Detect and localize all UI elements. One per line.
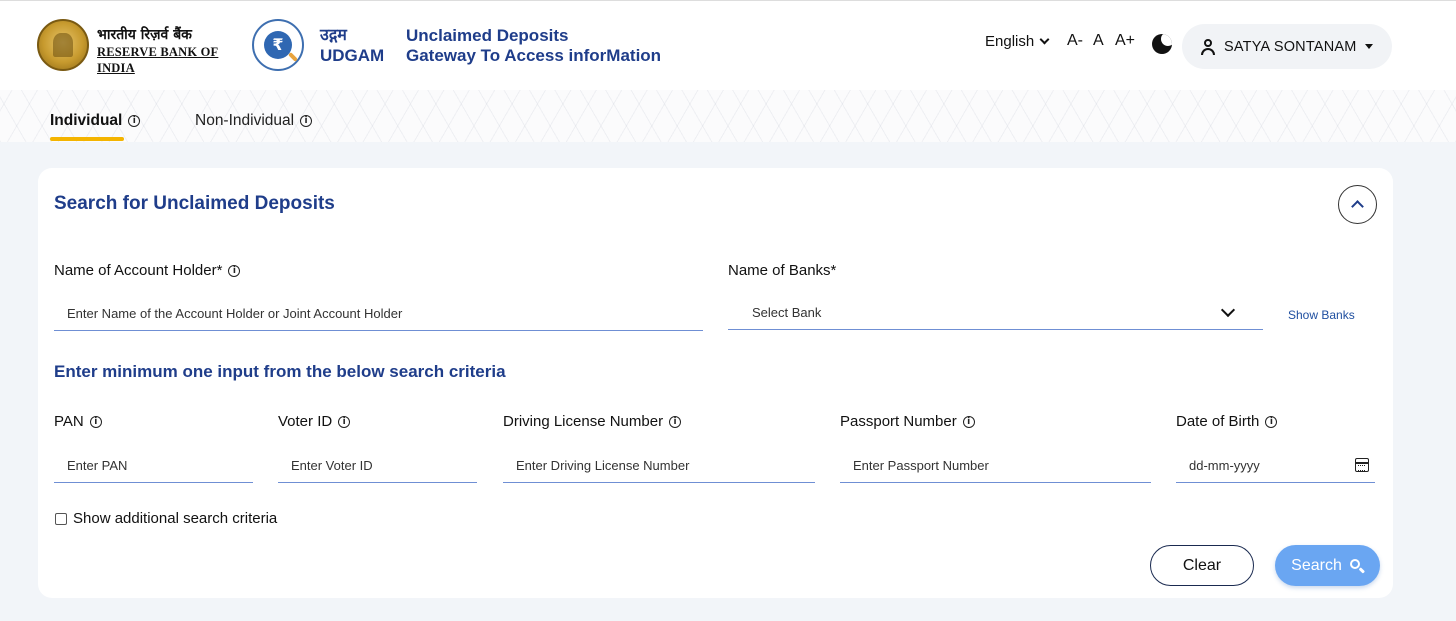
passport-input[interactable]: [853, 458, 1151, 473]
theme-toggle-icon[interactable]: [1152, 34, 1172, 54]
account-holder-label: Name of Account Holder* i: [54, 262, 241, 279]
bank-select[interactable]: Select Bank: [728, 296, 1263, 330]
banks-label: Name of Banks*: [728, 262, 837, 279]
info-icon[interactable]: i: [1265, 415, 1278, 428]
search-icon: [1349, 558, 1365, 573]
card-title: Search for Unclaimed Deposits: [54, 193, 335, 214]
info-icon[interactable]: i: [128, 115, 141, 127]
tab-individual[interactable]: Individual i: [50, 112, 141, 130]
site-header: भारतीय रिज़र्व बैंक RESERVE BANK OF INDI…: [0, 0, 1456, 90]
dob-label: Date of Birth i: [1176, 413, 1278, 430]
tagline-line2: Gateway To Access inforMation: [406, 46, 662, 65]
driving-license-input[interactable]: [516, 458, 815, 473]
search-card: Search for Unclaimed Deposits Name of Ac…: [38, 168, 1393, 598]
tab-label: Non-Individual: [195, 112, 295, 129]
user-menu-button[interactable]: SATYA SONTANAM: [1182, 24, 1392, 69]
calendar-icon[interactable]: [1355, 458, 1369, 472]
tab-label: Individual: [50, 112, 123, 129]
driving-license-label: Driving License Number i: [503, 413, 682, 430]
rbi-brand[interactable]: भारतीय रिज़र्व बैंक RESERVE BANK OF INDI…: [97, 26, 237, 76]
voter-id-field[interactable]: [278, 449, 477, 483]
udgam-hindi-name: उद्गम: [320, 25, 347, 44]
chevron-down-icon: [1039, 34, 1050, 45]
info-icon[interactable]: i: [228, 264, 241, 277]
show-banks-link[interactable]: Show Banks: [1288, 308, 1355, 322]
font-normal-button[interactable]: A: [1093, 32, 1104, 50]
additional-criteria-checkbox[interactable]: [55, 512, 67, 525]
bank-select-value: Select Bank: [752, 305, 822, 320]
info-icon[interactable]: i: [300, 115, 313, 127]
pan-input[interactable]: [67, 458, 253, 473]
search-button-label: Search: [1291, 556, 1342, 574]
active-tab-indicator: [50, 137, 124, 141]
user-icon: [1200, 38, 1216, 55]
user-name: SATYA SONTANAM: [1224, 38, 1357, 55]
dob-field[interactable]: [1176, 449, 1375, 483]
additional-criteria-toggle[interactable]: Show additional search criteria: [55, 510, 277, 527]
language-select[interactable]: English: [985, 33, 1050, 50]
criteria-heading: Enter minimum one input from the below s…: [54, 362, 506, 381]
chevron-up-icon: [1351, 200, 1364, 213]
account-holder-field[interactable]: [54, 297, 703, 331]
udgam-brand[interactable]: उद्गम UDGAM: [320, 25, 384, 67]
font-decrease-button[interactable]: A-: [1067, 32, 1083, 50]
udgam-logo-icon[interactable]: ₹: [252, 19, 304, 71]
font-increase-button[interactable]: A+: [1115, 32, 1135, 50]
rbi-seal-icon[interactable]: [37, 19, 89, 71]
tab-non-individual[interactable]: Non-Individual i: [195, 112, 313, 130]
info-icon[interactable]: i: [89, 415, 102, 428]
rbi-hindi-name: भारतीय रिज़र्व बैंक: [97, 27, 192, 43]
driving-license-field[interactable]: [503, 449, 815, 483]
passport-label: Passport Number i: [840, 413, 975, 430]
chevron-down-icon: [1220, 302, 1236, 318]
caret-down-icon: [1364, 44, 1373, 49]
tabs-bar: Individual i Non-Individual i: [0, 90, 1456, 142]
info-icon[interactable]: i: [669, 415, 682, 428]
voter-id-input[interactable]: [291, 458, 477, 473]
search-button[interactable]: Search: [1275, 545, 1380, 586]
rbi-english-name: RESERVE BANK OF INDIA: [97, 45, 219, 75]
language-label: English: [985, 33, 1035, 50]
voter-id-label: Voter ID i: [278, 413, 351, 430]
account-holder-input[interactable]: [67, 306, 703, 321]
passport-field[interactable]: [840, 449, 1151, 483]
pan-label: PAN i: [54, 413, 102, 430]
udgam-english-name: UDGAM: [320, 46, 385, 65]
info-icon[interactable]: i: [962, 415, 975, 428]
dob-input[interactable]: [1189, 458, 1375, 473]
tagline-line1: Unclaimed Deposits: [406, 26, 569, 45]
additional-criteria-label: Show additional search criteria: [73, 510, 278, 527]
site-tagline: Unclaimed Deposits Gateway To Access inf…: [406, 26, 661, 66]
info-icon[interactable]: i: [338, 415, 351, 428]
collapse-button[interactable]: [1338, 185, 1377, 224]
clear-button[interactable]: Clear: [1150, 545, 1254, 586]
pan-field[interactable]: [54, 449, 253, 483]
